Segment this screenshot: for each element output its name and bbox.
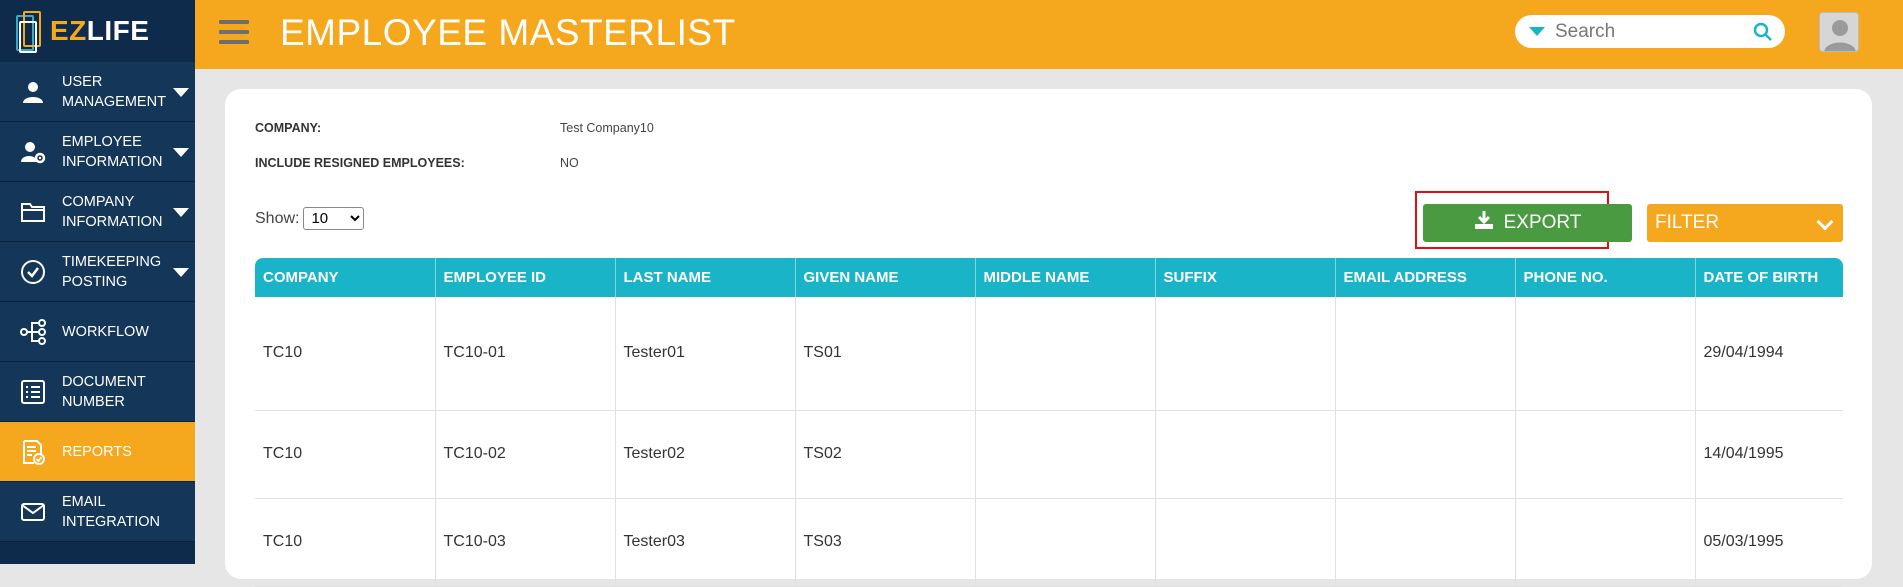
filter-button[interactable]: FILTER [1647,204,1843,242]
caret-down-icon [173,88,189,97]
export-button[interactable]: EXPORT [1423,204,1632,242]
folder-icon [18,197,48,227]
top-header: EMPLOYEE MASTERLIST Search [195,0,1903,69]
column-header[interactable]: MIDDLE NAME [975,258,1156,297]
resigned-label: INCLUDE RESIGNED EMPLOYEES: [255,156,465,170]
column-header[interactable]: COMPANY [255,258,436,297]
filter-label: FILTER [1655,212,1720,233]
check-circle-icon [18,257,48,287]
table-cell [1335,410,1516,499]
table-cell [1155,297,1336,411]
sidebar-item-email-integration[interactable]: EMAIL INTEGRATION [0,482,195,542]
table-cell: 05/03/1995 [1695,498,1843,587]
search-input[interactable]: Search [1515,15,1785,48]
sidebar-item-employee-information[interactable]: EMPLOYEE INFORMATION [0,122,195,182]
caret-down-icon [173,268,189,277]
table-cell [975,297,1156,411]
logo-mark-icon [14,7,46,55]
sidebar-item-label: EMAIL INTEGRATION [62,493,161,530]
sidebar: EZLIFE USER MANAGEMENT EMPLOYEE INFORMAT… [0,0,195,564]
show-label: Show: [255,209,300,227]
sidebar-item-reports[interactable]: REPORTS [0,422,195,482]
sidebar-item-label: TIMEKEEPING POSTING [62,253,162,290]
table-cell [1335,498,1516,587]
sidebar-item-label: REPORTS [62,443,132,460]
table-row[interactable]: TC10 TC10-03 Tester03 TS03 05/03/1995 [255,498,1843,587]
sidebar-item-document-number[interactable]: DOCUMENT NUMBER [0,362,195,422]
chevron-down-icon [1816,213,1834,231]
column-header[interactable]: EMAIL ADDRESS [1335,258,1516,297]
app-logo[interactable]: EZLIFE [0,0,195,62]
table-cell [975,410,1156,499]
report-icon [18,437,48,467]
table-cell: TC10-02 [435,410,616,499]
caret-down-icon [173,208,189,217]
logo-suffix: LIFE [86,15,150,46]
page-size-control: Show: 10 [255,207,365,230]
search-dropdown-icon[interactable] [1529,27,1545,36]
column-header[interactable]: PHONE NO. [1515,258,1696,297]
company-label: COMPANY: [255,121,322,135]
caret-down-icon [173,148,189,157]
sidebar-item-label: DOCUMENT NUMBER [62,373,146,410]
table-cell [1155,410,1336,499]
column-header[interactable]: LAST NAME [615,258,796,297]
table-cell [1155,498,1336,587]
table-header-row: COMPANY EMPLOYEE ID LAST NAME GIVEN NAME… [255,258,1843,297]
sidebar-item-label: WORKFLOW [62,323,149,340]
resigned-info-row: INCLUDE RESIGNED EMPLOYEES: NO [255,156,579,170]
column-header[interactable]: DATE OF BIRTH [1695,258,1843,297]
sidebar-item-label: COMPANY INFORMATION [62,193,163,230]
user-gear-icon [18,137,48,167]
table-cell: TC10 [255,498,436,587]
hamburger-menu-icon[interactable] [219,20,249,46]
column-header[interactable]: SUFFIX [1155,258,1336,297]
table-cell [1515,498,1696,587]
resigned-value: NO [560,156,579,170]
table-cell: TC10 [255,297,436,411]
table-cell: TS02 [795,410,976,499]
employee-table: COMPANY EMPLOYEE ID LAST NAME GIVEN NAME… [255,258,1843,587]
column-header[interactable]: GIVEN NAME [795,258,976,297]
sidebar-item-label: EMPLOYEE INFORMATION [62,133,163,170]
sidebar-item-company-information[interactable]: COMPANY INFORMATION [0,182,195,242]
sidebar-item-label: USER MANAGEMENT [62,73,166,110]
table-cell: TC10-01 [435,297,616,411]
company-value: Test Company10 [560,121,654,135]
company-info-row: COMPANY: Test Company10 [255,121,654,135]
search-placeholder: Search [1555,20,1616,42]
table-cell: Tester02 [615,410,796,499]
document-list-icon [18,377,48,407]
table-cell: TS03 [795,498,976,587]
table-row[interactable]: TC10 TC10-01 Tester01 TS01 29/04/1994 [255,297,1843,411]
avatar[interactable] [1819,12,1859,52]
envelope-icon [18,497,48,527]
page-title: EMPLOYEE MASTERLIST [280,12,736,53]
column-header[interactable]: EMPLOYEE ID [435,258,616,297]
table-row[interactable]: TC10 TC10-02 Tester02 TS02 14/04/1995 [255,410,1843,499]
logo-prefix: EZ [50,15,87,46]
page-size-select[interactable]: 10 [303,207,365,230]
user-icon [18,77,48,107]
table-cell: TS01 [795,297,976,411]
table-cell: Tester03 [615,498,796,587]
report-card: COMPANY: Test Company10 INCLUDE RESIGNED… [225,89,1872,587]
export-label: EXPORT [1503,212,1582,233]
table-cell: TC10 [255,410,436,499]
table-cell: 29/04/1994 [1695,297,1843,411]
workflow-icon [18,317,48,347]
sidebar-item-workflow[interactable]: WORKFLOW [0,302,195,362]
table-cell: TC10-03 [435,498,616,587]
table-cell [975,498,1156,587]
sidebar-item-timekeeping-posting[interactable]: TIMEKEEPING POSTING [0,242,195,302]
download-icon [1474,210,1494,236]
table-cell [1335,297,1516,411]
search-icon[interactable] [1753,22,1773,42]
table-cell: 14/04/1995 [1695,410,1843,499]
table-cell: Tester01 [615,297,796,411]
table-cell [1515,410,1696,499]
table-cell [1515,297,1696,411]
sidebar-item-user-management[interactable]: USER MANAGEMENT [0,62,195,122]
